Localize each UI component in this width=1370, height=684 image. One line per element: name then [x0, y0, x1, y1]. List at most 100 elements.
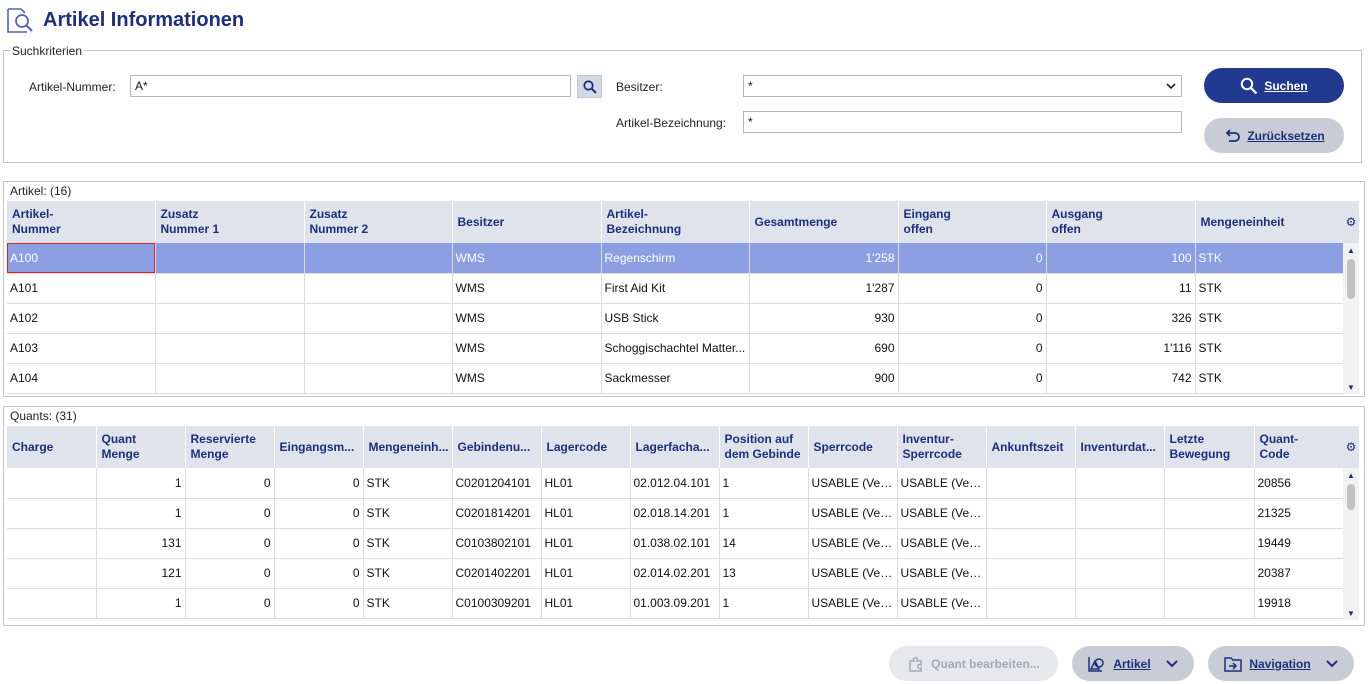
quants-table-cell[interactable] — [1075, 468, 1165, 499]
artikel-table-cell[interactable] — [155, 273, 305, 304]
quants-table-cell[interactable] — [1075, 588, 1165, 619]
artikel-table-cell[interactable]: A101 — [7, 273, 156, 304]
quant-edit-button[interactable]: Quant bearbeiten... — [889, 646, 1058, 681]
quants-table-cell[interactable]: STK — [363, 498, 453, 529]
quants-table-cell[interactable]: 1 — [719, 468, 809, 499]
quants-table-cell[interactable]: 20387 — [1254, 558, 1345, 589]
quants-table-cell[interactable] — [7, 588, 97, 619]
artikel-column-settings[interactable]: ⚙ — [1343, 201, 1359, 243]
quants-table-cell[interactable]: USABLE (Ver... — [897, 558, 987, 589]
artikel-table-cell[interactable] — [155, 243, 305, 274]
quants-table-row[interactable]: 1 0 0 STK C0201204101 HL01 02.012.04.101 1 USABL… — [7, 468, 1345, 499]
quants-table-cell[interactable]: 02.018.14.201 — [630, 498, 720, 529]
scroll-thumb[interactable] — [1347, 484, 1355, 510]
artikel-column-header[interactable]: Artikel- Bezeichnung — [601, 201, 750, 243]
quants-table-cell[interactable]: 0 — [185, 498, 275, 529]
quants-table-cell[interactable] — [986, 588, 1076, 619]
artikel-table-cell[interactable]: STK — [1195, 303, 1344, 334]
quants-column-header[interactable]: Lagerfacha... — [630, 426, 720, 468]
quants-column-header[interactable]: Position auf dem Gebinde — [719, 426, 809, 468]
quants-table-cell[interactable] — [7, 558, 97, 589]
quants-table-cell[interactable]: 1 — [96, 588, 186, 619]
quants-table-cell[interactable] — [986, 498, 1076, 529]
artikel-table-cell[interactable]: A103 — [7, 333, 156, 364]
quants-table-cell[interactable]: 1 — [719, 588, 809, 619]
quants-table-cell[interactable]: C0100309201 — [452, 588, 542, 619]
quants-table-cell[interactable]: 0 — [185, 468, 275, 499]
artikel-table-cell[interactable]: Regenschirm — [601, 243, 750, 274]
quants-table-cell[interactable]: HL01 — [541, 588, 631, 619]
artikel-table-cell[interactable]: 1'258 — [749, 243, 899, 274]
artikel-table-cell[interactable]: Schoggischachtel Matter... — [601, 333, 750, 364]
quants-table-cell[interactable]: 14 — [719, 528, 809, 559]
artikel-column-header[interactable]: Ausgang offen — [1046, 201, 1196, 243]
quants-table-cell[interactable]: 21325 — [1254, 498, 1345, 529]
quants-table-cell[interactable] — [986, 468, 1076, 499]
artikel-table-cell[interactable]: STK — [1195, 333, 1344, 364]
reset-button[interactable]: Zurücksetzen — [1204, 118, 1344, 153]
quants-column-header[interactable]: Lagercode — [541, 426, 631, 468]
artikel-table-cell[interactable]: STK — [1195, 243, 1344, 274]
artikel-table-cell[interactable]: WMS — [452, 243, 602, 274]
quants-table-cell[interactable] — [1164, 588, 1255, 619]
artikel-column-header[interactable]: Eingang offen — [898, 201, 1047, 243]
quants-table-cell[interactable]: 13 — [719, 558, 809, 589]
artikel-table-cell[interactable]: First Aid Kit — [601, 273, 750, 304]
artikel-table-cell[interactable]: USB Stick — [601, 303, 750, 334]
quants-table-cell[interactable] — [1164, 528, 1255, 559]
quants-table-cell[interactable]: 121 — [96, 558, 186, 589]
artikel-table-cell[interactable]: 900 — [749, 363, 899, 394]
artikel-table-cell[interactable]: A104 — [7, 363, 156, 394]
artikel-table-cell[interactable]: STK — [1195, 273, 1344, 304]
quants-table-cell[interactable]: 0 — [274, 588, 364, 619]
quants-table-cell[interactable]: STK — [363, 588, 453, 619]
quants-table-cell[interactable] — [1164, 498, 1255, 529]
quants-column-header[interactable]: Ankunftszeit — [986, 426, 1076, 468]
quants-column-header[interactable]: Quant- Code — [1254, 426, 1345, 468]
artikel-table-cell[interactable]: 930 — [749, 303, 899, 334]
quants-table-cell[interactable]: USABLE (Ver... — [897, 588, 987, 619]
quants-table-cell[interactable] — [1075, 528, 1165, 559]
quants-table-cell[interactable]: 131 — [96, 528, 186, 559]
artikel-scrollbar[interactable]: ▲ ▼ — [1343, 243, 1359, 394]
quants-table-cell[interactable]: C0201402201 — [452, 558, 542, 589]
quants-table-cell[interactable] — [1164, 468, 1255, 499]
artikel-table-cell[interactable]: A102 — [7, 303, 156, 334]
quants-table-cell[interactable]: 01.003.09.201 — [630, 588, 720, 619]
quants-table-cell[interactable]: HL01 — [541, 528, 631, 559]
artikel-table-cell[interactable]: STK — [1195, 363, 1344, 394]
quants-column-header[interactable]: Gebindenu... — [452, 426, 542, 468]
artikel-table-row[interactable]: A104 WMS Sackmesser 900 0 742 STK — [7, 363, 1344, 394]
search-button[interactable]: Suchen — [1204, 68, 1344, 103]
quants-table-cell[interactable] — [7, 528, 97, 559]
artikel-table-cell[interactable]: WMS — [452, 333, 602, 364]
artikel-column-header[interactable]: Zusatz Nummer 2 — [304, 201, 453, 243]
quants-table-cell[interactable]: 0 — [274, 558, 364, 589]
quants-table-cell[interactable]: 19918 — [1254, 588, 1345, 619]
quants-table-cell[interactable]: STK — [363, 468, 453, 499]
quants-table-cell[interactable]: USABLE (Ver... — [897, 498, 987, 529]
quants-table-cell[interactable]: C0103802101 — [452, 528, 542, 559]
scroll-down-icon[interactable]: ▼ — [1343, 606, 1359, 620]
quants-table-cell[interactable]: 02.014.02.201 — [630, 558, 720, 589]
quants-table-cell[interactable]: 01.038.02.101 — [630, 528, 720, 559]
quants-table-cell[interactable]: HL01 — [541, 468, 631, 499]
quants-table-cell[interactable] — [1075, 498, 1165, 529]
quants-column-settings[interactable]: ⚙ — [1343, 426, 1359, 468]
artikel-table-cell[interactable]: 0 — [898, 243, 1047, 274]
scroll-up-icon[interactable]: ▲ — [1343, 468, 1359, 482]
artikel-nummer-input[interactable]: A* — [130, 75, 571, 97]
quants-table-cell[interactable]: USABLE (Ver... — [808, 558, 898, 589]
quants-column-header[interactable]: Eingangsm... — [274, 426, 364, 468]
artikel-column-header[interactable]: Artikel- Nummer — [7, 201, 156, 243]
artikel-lookup-button[interactable] — [577, 75, 602, 98]
artikel-table-cell[interactable]: 1'116 — [1046, 333, 1196, 364]
quants-column-header[interactable]: Quant Menge — [96, 426, 186, 468]
quants-table-cell[interactable]: 02.012.04.101 — [630, 468, 720, 499]
quants-table-cell[interactable] — [1164, 558, 1255, 589]
quants-table-row[interactable]: 1 0 0 STK C0201814201 HL01 02.018.14.201 1 USABL… — [7, 498, 1345, 529]
artikel-table-cell[interactable]: A100 — [7, 243, 156, 274]
quants-table-row[interactable]: 131 0 0 STK C0103802101 HL01 01.038.02.101 14 US… — [7, 528, 1345, 559]
artikel-table-row[interactable]: A101 WMS First Aid Kit 1'287 0 11 STK — [7, 273, 1344, 304]
artikel-table-cell[interactable] — [155, 363, 305, 394]
